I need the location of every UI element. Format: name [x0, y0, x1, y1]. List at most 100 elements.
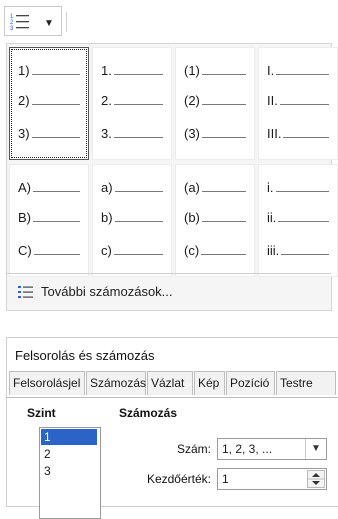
dialog-tabs: Felsorolásjel Számozás Vázlat Kép Pozíci…: [7, 371, 338, 397]
preset-line: (3): [184, 126, 246, 141]
preset-line-rule: [33, 221, 80, 222]
preset-line-rule: [113, 74, 163, 75]
preset-line-rule: [113, 104, 163, 105]
preset-line-label: 1): [18, 63, 30, 78]
number-format-value: 1, 2, 3, ...: [222, 442, 273, 456]
preset-line-rule: [201, 104, 246, 105]
preset-line: A): [18, 180, 80, 195]
preset-line-rule: [113, 137, 163, 138]
preset-line: 1): [18, 63, 80, 78]
preset-line-rule: [114, 221, 163, 222]
preset-line-label: A): [18, 180, 31, 195]
numbering-preset[interactable]: 1. 2. 3.: [92, 47, 172, 160]
preset-line-label: 3.: [101, 126, 112, 141]
tab-numbering[interactable]: Számozás: [86, 371, 146, 395]
preset-line-label: iii.: [267, 243, 280, 258]
numbering-gallery: 1) 2) 3) 1. 2. 3. (1) (2) (3) I. II. III. A) B) C) a) b)…: [6, 43, 338, 311]
preset-line-label: (b): [184, 210, 200, 225]
preset-line-label: II.: [267, 93, 278, 108]
ordered-list-icon: 1 2 3: [10, 14, 29, 32]
preset-line: 2): [18, 93, 80, 108]
tab-outline[interactable]: Vázlat: [147, 371, 193, 395]
preset-line-rule: [279, 104, 329, 105]
preset-line-label: 3): [18, 126, 30, 141]
preset-line: I.: [267, 63, 329, 78]
start-value-label: Kezdőérték:: [146, 472, 211, 486]
preset-line-rule: [31, 104, 80, 105]
preset-line-rule: [33, 191, 80, 192]
preset-line: (b): [184, 210, 246, 225]
preset-line-label: (1): [184, 63, 200, 78]
numbering-preset[interactable]: i. ii. iii.: [258, 164, 338, 277]
preset-line: b): [101, 210, 163, 225]
caret-down-icon[interactable]: ▼: [44, 18, 54, 29]
preset-line-label: III.: [267, 126, 282, 141]
preset-line-label: I.: [267, 63, 275, 78]
preset-line-rule: [283, 137, 329, 138]
preset-line-rule: [31, 74, 80, 75]
number-label: Szám:: [176, 442, 211, 456]
tab-baseline: [7, 397, 338, 398]
preset-line-rule: [275, 191, 329, 192]
tab-position[interactable]: Pozíció: [226, 371, 275, 395]
preset-line-rule: [281, 254, 329, 255]
preset-line-rule: [114, 191, 163, 192]
preset-line: III.: [267, 126, 329, 141]
preset-line-rule: [278, 221, 329, 222]
preset-line-rule: [33, 254, 80, 255]
numbering-preset[interactable]: I. II. III.: [258, 47, 338, 160]
start-value-spinner[interactable]: 1: [217, 468, 327, 490]
preset-line-label: c): [101, 243, 112, 258]
preset-line-label: i.: [267, 180, 274, 195]
level-item-3[interactable]: 3: [41, 463, 97, 479]
numbering-preset[interactable]: (1) (2) (3): [175, 47, 255, 160]
preset-line-label: 1.: [101, 63, 112, 78]
more-numbering-button[interactable]: További számozások...: [7, 278, 331, 306]
tab-bullets[interactable]: Felsorolásjel: [9, 371, 85, 395]
numbering-preset[interactable]: (a) (b) (c): [175, 164, 255, 277]
preset-line-rule: [201, 254, 246, 255]
preset-line: 3): [18, 126, 80, 141]
level-item-1[interactable]: 1: [41, 429, 97, 445]
preset-line: a): [101, 180, 163, 195]
preset-line: ii.: [267, 210, 329, 225]
bullets-numbering-dialog: Felsorolás és számozás Felsorolásjel Szá…: [6, 337, 338, 519]
preset-line-label: B): [18, 210, 31, 225]
level-item-2[interactable]: 2: [41, 446, 97, 462]
numbering-preset[interactable]: a) b) c): [92, 164, 172, 277]
chevron-down-icon[interactable]: ▼: [305, 439, 326, 459]
toolbar: 1 2 3 ▼: [0, 0, 338, 44]
tab-customize[interactable]: Testre: [276, 371, 336, 395]
more-numbering-label: További számozások...: [41, 284, 173, 299]
tab-image[interactable]: Kép: [194, 371, 225, 395]
preset-line-rule: [31, 137, 80, 138]
preset-line-label: (a): [184, 180, 200, 195]
preset-line: II.: [267, 93, 329, 108]
svg-text:3: 3: [10, 26, 14, 32]
preset-line: iii.: [267, 243, 329, 258]
start-value: 1: [222, 472, 229, 486]
preset-line: i.: [267, 180, 329, 195]
preset-line-rule: [201, 191, 246, 192]
preset-line-rule: [113, 254, 163, 255]
preset-line-label: C): [18, 243, 32, 258]
preset-line-rule: [276, 74, 329, 75]
preset-line-rule: [201, 221, 246, 222]
spinner-arrows-icon[interactable]: [307, 470, 325, 488]
preset-line-label: (2): [184, 93, 200, 108]
preset-line: C): [18, 243, 80, 258]
numbering-heading: Számozás: [119, 406, 178, 420]
preset-line: 2.: [101, 93, 163, 108]
numbering-preset[interactable]: A) B) C): [9, 164, 89, 277]
preset-line: 1.: [101, 63, 163, 78]
level-list[interactable]: 1 2 3: [39, 427, 101, 519]
toolbar-separator: [66, 12, 67, 32]
list-settings-icon: [18, 286, 33, 298]
preset-line: (2): [184, 93, 246, 108]
preset-line: B): [18, 210, 80, 225]
numbering-preset[interactable]: 1) 2) 3): [9, 47, 89, 160]
number-format-select[interactable]: 1, 2, 3, ... ▼: [217, 438, 327, 460]
preset-line-label: ii.: [267, 210, 277, 225]
numbering-button[interactable]: 1 2 3 ▼: [4, 6, 62, 36]
preset-line-rule: [201, 137, 246, 138]
